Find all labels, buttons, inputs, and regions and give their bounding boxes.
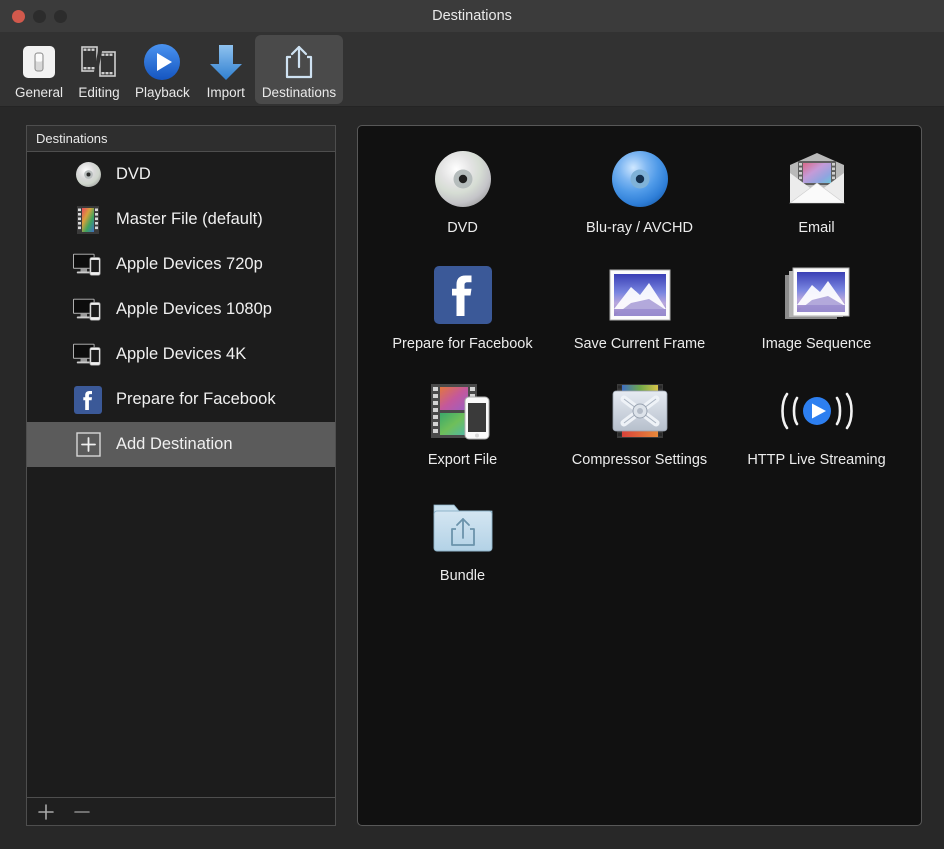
- bluray-disc-icon: [611, 146, 669, 212]
- sidebar-item-prepare-for-facebook[interactable]: Prepare for Facebook: [27, 377, 335, 422]
- broadcast-icon: [779, 378, 855, 444]
- sidebar-item-label: Apple Devices 1080p: [116, 300, 272, 319]
- devices-icon: [73, 250, 103, 280]
- close-button[interactable]: [12, 10, 25, 23]
- destination-label: DVD: [447, 219, 478, 238]
- envelope-icon: [785, 146, 849, 212]
- sidebar-footer: [26, 798, 336, 826]
- sidebar-item-label: Add Destination: [116, 435, 233, 454]
- sidebar-item-apple-devices-1080p[interactable]: Apple Devices 1080p: [27, 287, 335, 332]
- destination-http-live-streaming[interactable]: HTTP Live Streaming: [734, 378, 899, 470]
- tab-editing-label: Editing: [78, 85, 119, 100]
- devices-icon: [73, 340, 103, 370]
- destination-dvd[interactable]: DVD: [380, 146, 545, 238]
- dvd-disc-icon: [73, 160, 103, 190]
- add-destination-button[interactable]: [35, 801, 57, 823]
- tab-playback-label: Playback: [135, 85, 190, 100]
- sidebar-item-dvd[interactable]: DVD: [27, 152, 335, 197]
- destination-picker-panel: DVD: [357, 125, 922, 826]
- destination-export-file[interactable]: Export File: [380, 378, 545, 470]
- window-title: Destinations: [0, 8, 944, 24]
- compressor-icon: [609, 378, 671, 444]
- title-bar: Destinations: [0, 0, 944, 32]
- sidebar-header: Destinations: [26, 125, 336, 151]
- destination-label: HTTP Live Streaming: [747, 451, 885, 470]
- tab-destinations[interactable]: Destinations: [255, 35, 343, 104]
- destination-image-sequence[interactable]: Image Sequence: [734, 262, 899, 354]
- tab-import[interactable]: Import: [197, 35, 255, 104]
- sidebar-item-label: DVD: [116, 165, 151, 184]
- maximize-button[interactable]: [54, 10, 67, 23]
- traffic-light-group: [12, 10, 67, 23]
- minimize-button[interactable]: [33, 10, 46, 23]
- tab-general-label: General: [15, 85, 63, 100]
- destination-bluray-avchd[interactable]: Blu-ray / AVCHD: [557, 146, 722, 238]
- sidebar-item-label: Prepare for Facebook: [116, 390, 276, 409]
- film-phone-icon: [431, 378, 495, 444]
- destination-label: Image Sequence: [762, 335, 872, 354]
- tab-editing[interactable]: Editing: [70, 35, 128, 104]
- destination-grid: DVD: [374, 146, 905, 585]
- sidebar-item-apple-devices-4k[interactable]: Apple Devices 4K: [27, 332, 335, 377]
- sidebar-item-label: Apple Devices 4K: [116, 345, 246, 364]
- tab-playback[interactable]: Playback: [128, 35, 197, 104]
- destination-label: Export File: [428, 451, 497, 470]
- destination-label: Compressor Settings: [572, 451, 707, 470]
- destination-bundle[interactable]: Bundle: [380, 494, 545, 586]
- folder-share-icon: [432, 494, 494, 560]
- destinations-sidebar: Destinations: [26, 125, 336, 826]
- sidebar-item-master-file[interactable]: Master File (default): [27, 197, 335, 242]
- tab-general[interactable]: General: [8, 35, 70, 104]
- photo-stack-icon: [784, 262, 850, 328]
- remove-destination-button[interactable]: [71, 801, 93, 823]
- destinations-list: DVD: [26, 151, 336, 798]
- sidebar-item-add-destination[interactable]: Add Destination: [27, 422, 335, 467]
- film-strips-icon: [77, 40, 121, 84]
- content-area: Destinations: [0, 107, 944, 848]
- dvd-disc-icon: [434, 146, 492, 212]
- share-export-icon: [277, 40, 321, 84]
- destination-label: Blu-ray / AVCHD: [586, 219, 693, 238]
- sidebar-item-apple-devices-720p[interactable]: Apple Devices 720p: [27, 242, 335, 287]
- down-arrow-icon: [204, 40, 248, 84]
- sidebar-item-label: Apple Devices 720p: [116, 255, 263, 274]
- destination-label: Prepare for Facebook: [392, 335, 532, 354]
- photo-icon: [609, 262, 671, 328]
- tab-destinations-label: Destinations: [262, 85, 336, 100]
- preferences-toolbar: General Editing: [0, 32, 944, 107]
- devices-icon: [73, 295, 103, 325]
- facebook-icon: [434, 262, 492, 328]
- play-circle-icon: [140, 40, 184, 84]
- destination-prepare-for-facebook[interactable]: Prepare for Facebook: [380, 262, 545, 354]
- destination-email[interactable]: Email: [734, 146, 899, 238]
- destination-label: Save Current Frame: [574, 335, 705, 354]
- destination-save-current-frame[interactable]: Save Current Frame: [557, 262, 722, 354]
- destination-label: Email: [798, 219, 834, 238]
- tab-import-label: Import: [207, 85, 245, 100]
- facebook-icon: [73, 385, 103, 415]
- plus-square-icon: [73, 430, 103, 460]
- destination-compressor-settings[interactable]: Compressor Settings: [557, 378, 722, 470]
- sidebar-item-label: Master File (default): [116, 210, 263, 229]
- film-frame-icon: [73, 205, 103, 235]
- toggle-switch-icon: [17, 40, 61, 84]
- destination-label: Bundle: [440, 567, 485, 586]
